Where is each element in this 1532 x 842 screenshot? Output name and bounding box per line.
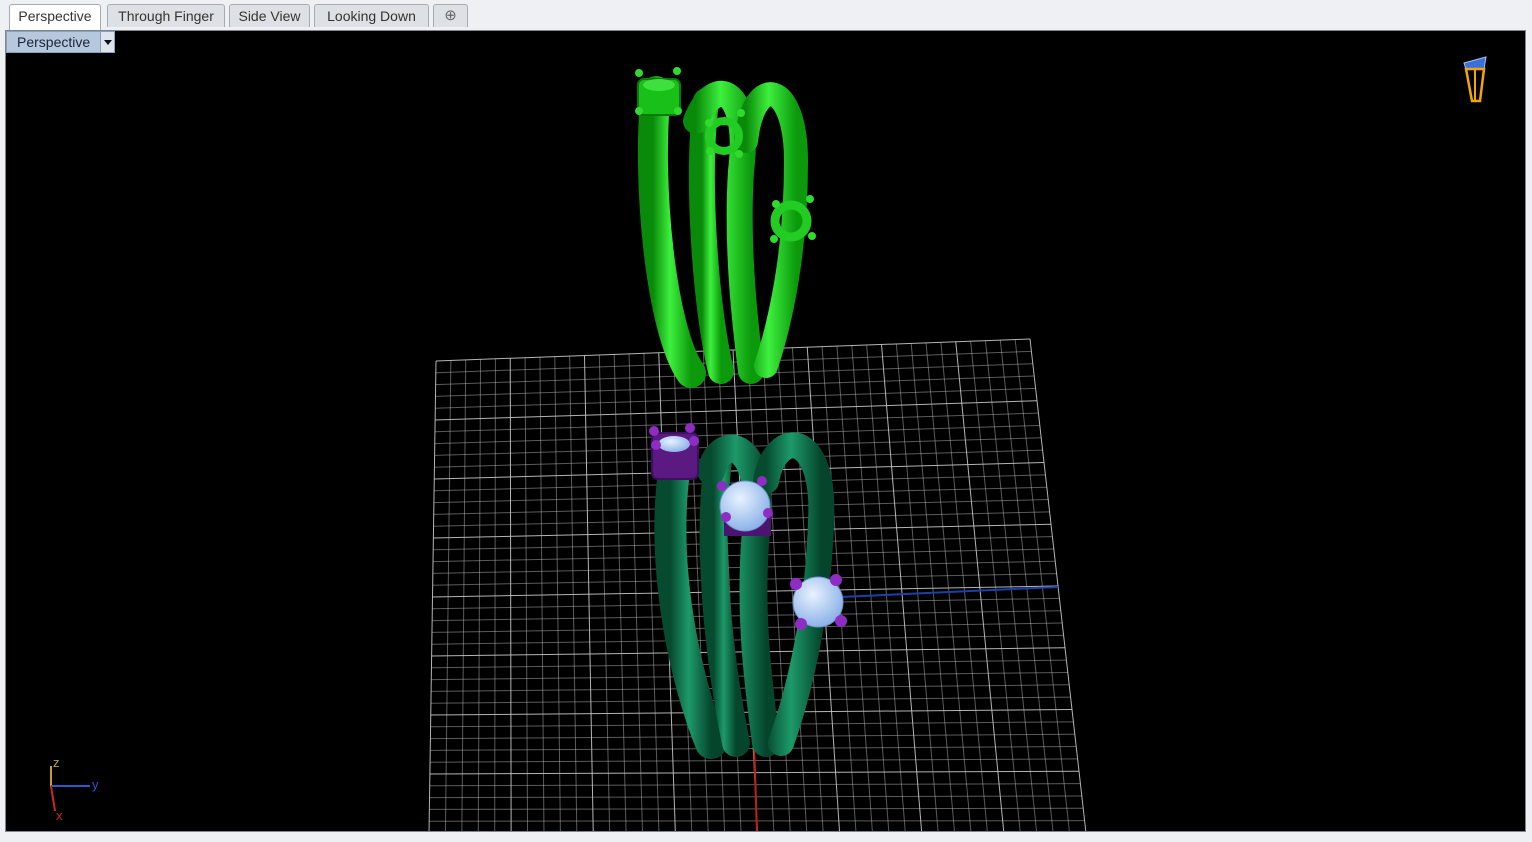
perspective-viewport[interactable]: z y x Perspective	[5, 30, 1526, 832]
lower-ring-with-gems[interactable]	[649, 423, 847, 759]
grid-line	[1029, 338, 1087, 831]
axis-y-label: y	[92, 777, 99, 792]
world-y-axis-line	[817, 586, 1059, 599]
add-tab-button[interactable]: ⊕	[433, 4, 468, 27]
viewport-tab-bar: Perspective Through Finger Side View Loo…	[0, 0, 1532, 30]
tab-perspective[interactable]: Perspective	[9, 4, 101, 30]
viewport-title-menu[interactable]: Perspective	[6, 31, 116, 53]
axis-indicator: z y x	[50, 755, 99, 823]
tab-side-view[interactable]: Side View	[229, 4, 310, 27]
tab-through-finger[interactable]: Through Finger	[107, 4, 225, 27]
tab-looking-down[interactable]: Looking Down	[314, 4, 429, 27]
viewport-canvas[interactable]: z y x	[6, 31, 1526, 832]
axis-z-label: z	[53, 755, 60, 770]
dropdown-arrow-icon[interactable]	[100, 32, 115, 52]
plus-icon: ⊕	[444, 7, 457, 24]
upper-ring-green[interactable]	[635, 67, 816, 388]
grid-line	[1014, 339, 1070, 831]
camera-icon[interactable]	[1463, 56, 1487, 103]
viewport-title[interactable]: Perspective	[7, 32, 100, 52]
axis-x-label: x	[56, 808, 63, 823]
